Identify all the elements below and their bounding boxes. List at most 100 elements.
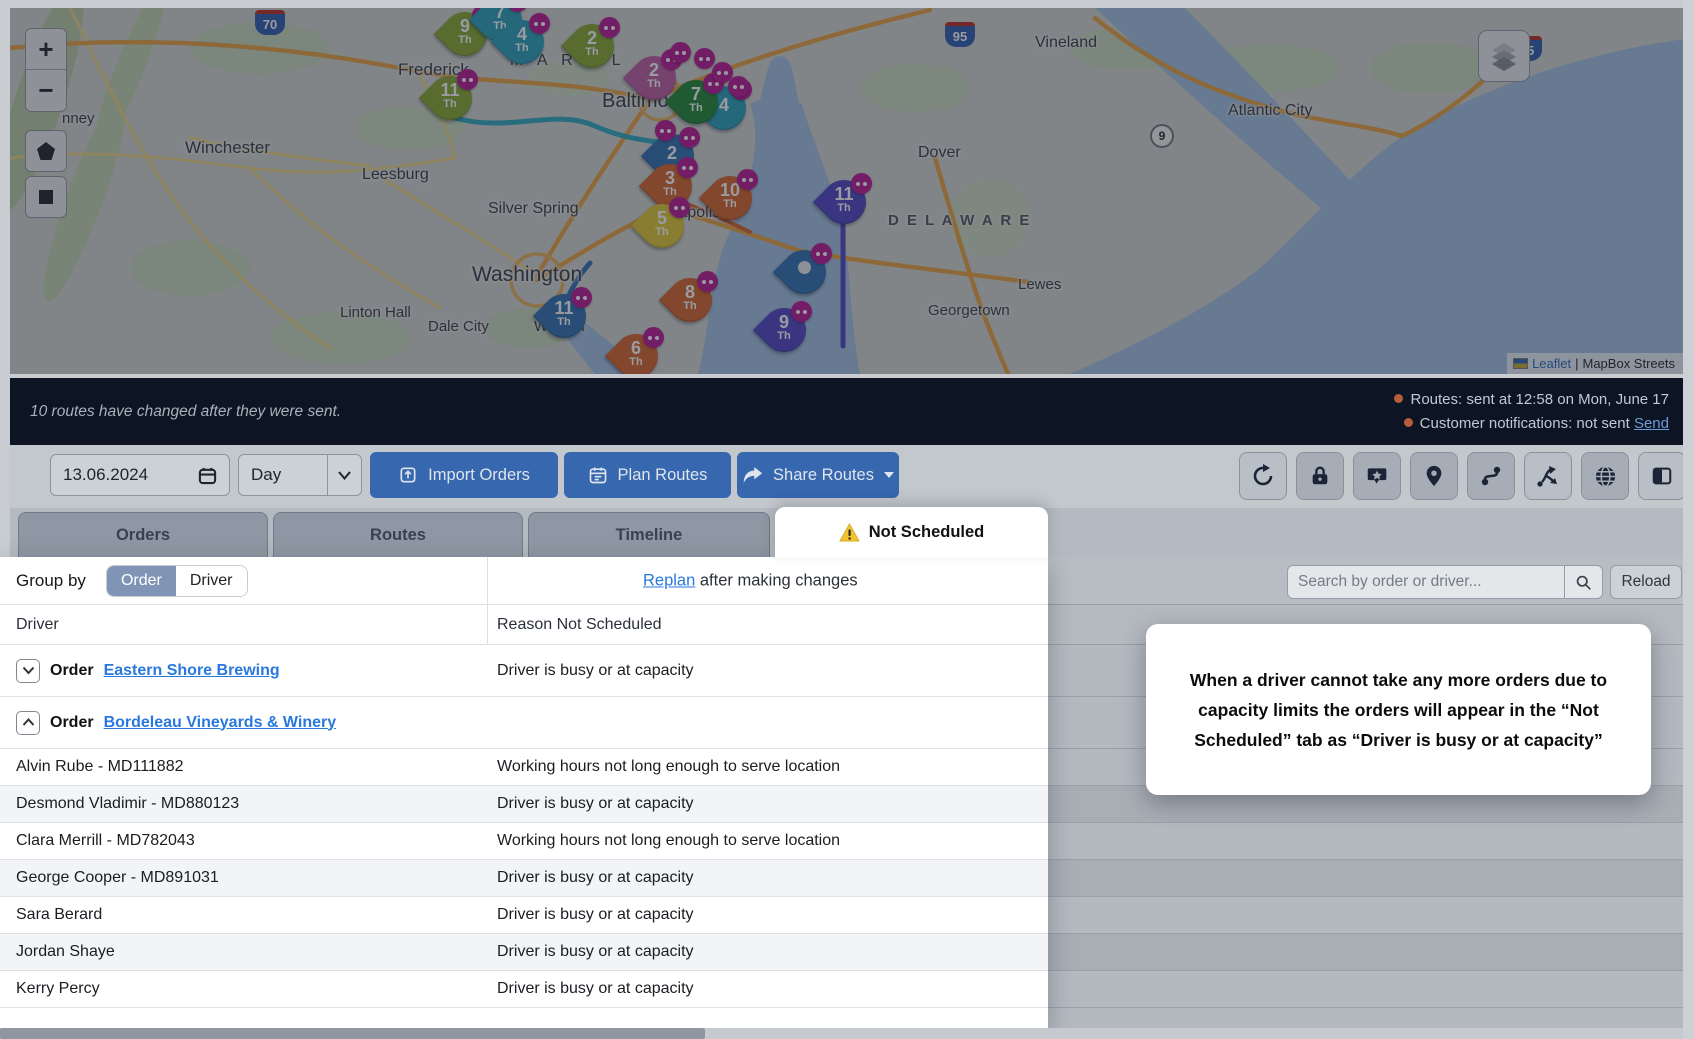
- toggle-panel-button[interactable]: [1638, 452, 1686, 500]
- reason-cell: Working hours not long enough to serve l…: [497, 758, 840, 776]
- import-orders-button[interactable]: Import Orders: [370, 452, 558, 498]
- tab-timeline[interactable]: Timeline: [528, 512, 770, 557]
- group-by-toggle: Order Driver: [106, 565, 248, 597]
- driver-name: Sara Berard: [16, 906, 102, 924]
- map-view-button[interactable]: [1581, 452, 1629, 500]
- sidebar-layout-icon: [1651, 465, 1673, 487]
- driver-name-cell: Kerry Percy: [16, 980, 100, 998]
- dimmed-row: [1048, 971, 1683, 1008]
- column-header-reason: Reason Not Scheduled: [497, 616, 662, 634]
- driver-row: Kerry Percy Driver is busy or at capacity: [0, 971, 1048, 1008]
- dimmed-row: [1048, 1008, 1683, 1028]
- lock-routes-button[interactable]: [1296, 452, 1344, 500]
- driver-name-cell: Desmond Vladimir - MD880123: [16, 795, 239, 813]
- favorite-places-button[interactable]: [1353, 452, 1401, 500]
- tutorial-callout: When a driver cannot take any more order…: [1146, 624, 1651, 795]
- reason-cell: Driver is busy or at capacity: [497, 795, 694, 813]
- horizontal-scrollbar[interactable]: [0, 1028, 1683, 1039]
- driver-name: Kerry Percy: [16, 980, 100, 998]
- dropdown-caret-icon: [884, 472, 894, 478]
- group-by-driver-segment[interactable]: Driver: [176, 566, 247, 596]
- reason-cell: Driver is busy or at capacity: [497, 662, 694, 680]
- reason-cell: Driver is busy or at capacity: [497, 943, 694, 961]
- send-status-block: Routes: sent at 12:58 on Mon, June 17 Cu…: [1394, 388, 1669, 436]
- plan-routes-button[interactable]: Plan Routes: [564, 452, 731, 498]
- driver-name: Clara Merrill - MD782043: [16, 832, 195, 850]
- driver-name-cell: George Cooper - MD891031: [16, 869, 219, 887]
- reload-button[interactable]: Reload: [1610, 565, 1682, 599]
- chevron-up-icon: [22, 718, 35, 727]
- globe-icon: [1594, 465, 1617, 488]
- driver-row: Desmond Vladimir - MD880123 Driver is bus…: [0, 786, 1048, 823]
- routes-changed-message: 10 routes have changed after they were s…: [30, 403, 341, 421]
- driver-row: Jordan Shaye Driver is busy or at capacit…: [0, 934, 1048, 971]
- group-by-order-segment[interactable]: Order: [107, 566, 176, 596]
- alternate-routes-button[interactable]: [1524, 452, 1572, 500]
- chevron-down-icon: [22, 666, 35, 675]
- view-select[interactable]: Day: [238, 454, 362, 496]
- status-dot-icon: [1394, 394, 1403, 403]
- tab-not-scheduled[interactable]: Not Scheduled: [775, 507, 1048, 558]
- dimmed-row: [1048, 897, 1683, 934]
- column-divider: [487, 557, 488, 604]
- expand-group-button[interactable]: [16, 659, 40, 683]
- order-group-row: Order Bordeleau Vineyards & Winery: [0, 697, 1048, 749]
- driver-name-cell: Sara Berard: [16, 906, 102, 924]
- order-link[interactable]: Bordeleau Vineyards & Winery: [104, 714, 337, 732]
- window-frame: [1683, 0, 1694, 1039]
- dimmed-row: [1048, 934, 1683, 971]
- driver-name: Alvin Rube - MD111882: [16, 758, 184, 776]
- split-route-icon: [1536, 464, 1560, 488]
- dimmed-row: [1048, 823, 1683, 860]
- reason-cell: Driver is busy or at capacity: [497, 869, 694, 887]
- panel-controls-row: Group by Order Driver Replan after makin…: [0, 557, 1048, 605]
- driver-row: Clara Merrill - MD782043 Working hours no…: [0, 823, 1048, 860]
- date-value: 13.06.2024: [63, 465, 148, 485]
- driver-name-cell: Alvin Rube - MD111882: [16, 758, 184, 776]
- customer-notifications-status: Customer notifications: not sent Send: [1394, 412, 1669, 436]
- send-link[interactable]: Send: [1634, 415, 1669, 432]
- order-prefix: Order: [50, 662, 94, 680]
- map-pin-icon: [1424, 465, 1444, 487]
- toolbar: 13.06.2024 Day Import Orders Plan Route: [10, 445, 1683, 508]
- not-scheduled-panel: Group by Order Driver Replan after makin…: [0, 557, 1048, 1028]
- table-body: Order Eastern Shore Brewing Driver is busy…: [0, 645, 1048, 1008]
- driver-name: Desmond Vladimir - MD880123: [16, 795, 239, 813]
- tab-routes[interactable]: Routes: [273, 512, 523, 557]
- view-value: Day: [239, 465, 327, 485]
- callout-text: When a driver cannot take any more order…: [1176, 665, 1621, 755]
- dim-overlay: [10, 8, 1683, 374]
- warning-icon: [839, 523, 860, 542]
- order-link[interactable]: Eastern Shore Brewing: [104, 662, 280, 680]
- column-header-driver: Driver: [16, 616, 59, 634]
- tab-orders[interactable]: Orders: [18, 512, 268, 557]
- import-icon: [398, 465, 418, 485]
- order-prefix: Order: [50, 714, 94, 732]
- collapse-group-button[interactable]: [16, 711, 40, 735]
- refresh-button[interactable]: [1239, 452, 1287, 500]
- group-by-label: Group by: [16, 571, 86, 591]
- show-markers-button[interactable]: [1410, 452, 1458, 500]
- share-routes-button[interactable]: Share Routes: [737, 452, 899, 498]
- star-bubble-icon: [1366, 465, 1388, 487]
- replan-link[interactable]: Replan: [643, 571, 695, 589]
- date-picker[interactable]: 13.06.2024: [50, 454, 230, 496]
- scrollbar-thumb[interactable]: [0, 1028, 705, 1039]
- column-divider: [487, 605, 488, 644]
- lock-icon: [1309, 465, 1331, 487]
- driver-row: Sara Berard Driver is busy or at capacity: [0, 897, 1048, 934]
- driver-row: George Cooper - MD891031 Driver is busy o…: [0, 860, 1048, 897]
- status-dot-icon: [1404, 418, 1413, 427]
- map[interactable]: FrederickWinchesterLeesburgSilver Spring…: [10, 8, 1683, 374]
- reason-cell: Driver is busy or at capacity: [497, 980, 694, 998]
- search-button[interactable]: [1564, 566, 1602, 598]
- search-row: Search by order or driver... Reload: [1048, 557, 1683, 605]
- show-routes-button[interactable]: [1467, 452, 1515, 500]
- reason-cell: Driver is busy or at capacity: [497, 906, 694, 924]
- search-input[interactable]: Search by order or driver...: [1287, 565, 1603, 599]
- refresh-icon: [1251, 464, 1275, 488]
- reason-cell: Working hours not long enough to serve l…: [497, 832, 840, 850]
- driver-name: Jordan Shaye: [16, 943, 115, 961]
- table-header-row: Driver Reason Not Scheduled: [0, 605, 1048, 645]
- replan-hint: Replan after making changes: [643, 571, 858, 590]
